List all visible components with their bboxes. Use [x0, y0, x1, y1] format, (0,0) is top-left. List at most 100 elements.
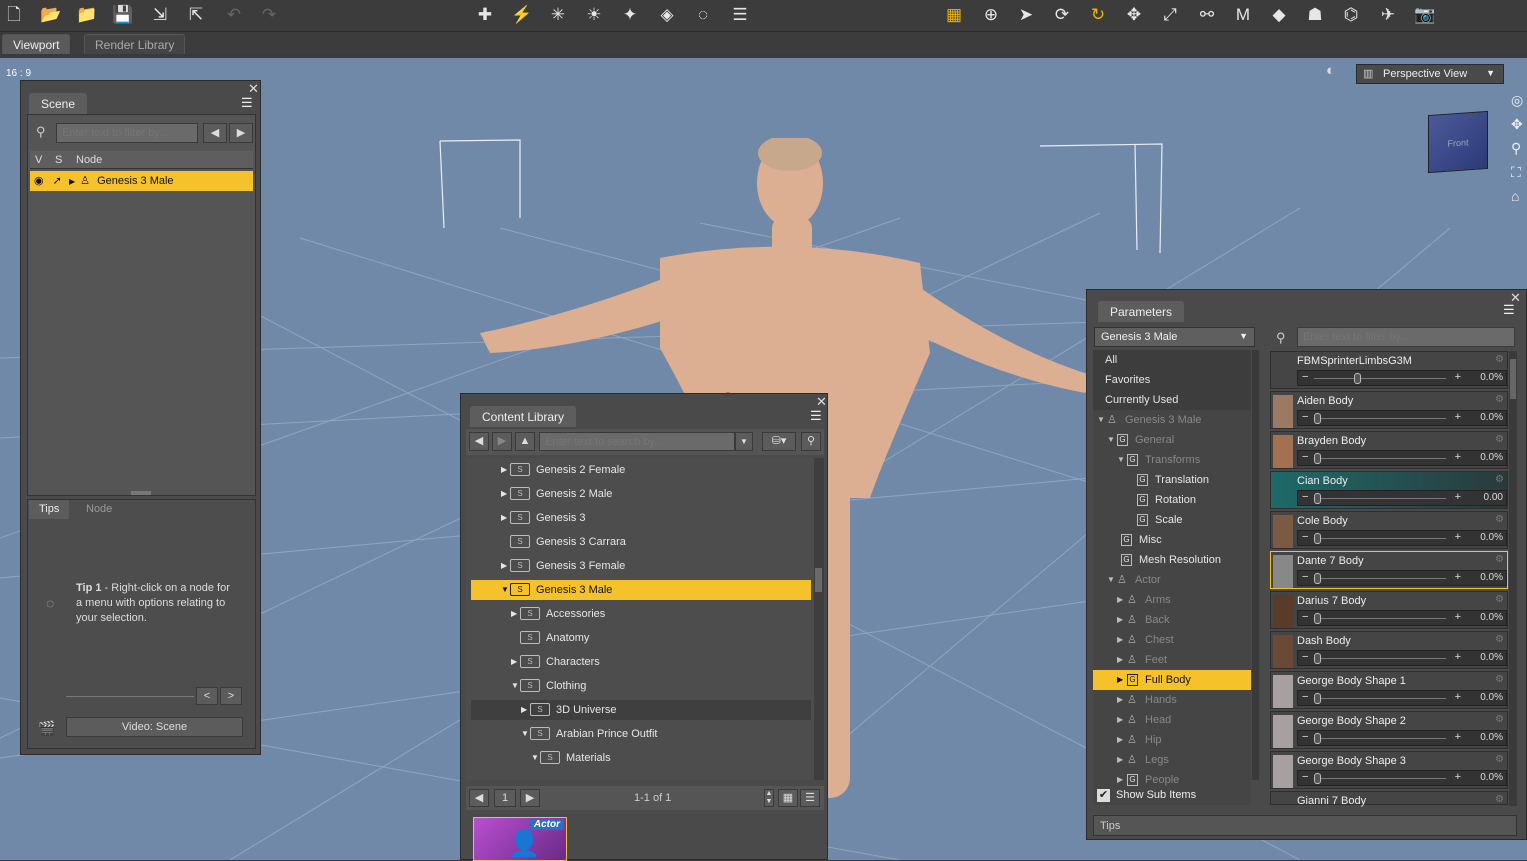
- slider-track[interactable]: [1314, 578, 1446, 579]
- back-button[interactable]: ◀: [469, 432, 489, 451]
- content-folder-item[interactable]: ▶ S Genesis 3 Female: [471, 556, 811, 576]
- thumb-size-stepper[interactable]: ▲ ▼: [764, 789, 774, 807]
- column-visible[interactable]: V: [35, 154, 42, 166]
- tree-scrollbar[interactable]: [1252, 350, 1259, 780]
- parameter-slider[interactable]: − +0.0%: [1297, 570, 1507, 586]
- content-folder-item[interactable]: ▼ S Arabian Prince Outfit: [471, 724, 811, 744]
- view-cube[interactable]: Front: [1428, 110, 1488, 174]
- rotate-icon[interactable]: ↻: [1086, 3, 1110, 27]
- scrollbar-thumb[interactable]: [815, 568, 822, 592]
- parameter-group-item[interactable]: G Scale: [1093, 510, 1251, 530]
- parameter-group-item[interactable]: G Misc: [1093, 530, 1251, 550]
- gear-icon[interactable]: ⚙: [1495, 434, 1504, 445]
- figure-select[interactable]: Genesis 3 Male ▼: [1094, 327, 1255, 347]
- pointer-icon[interactable]: ➤: [1014, 3, 1038, 27]
- expanded-arrow-icon[interactable]: ▼: [1117, 450, 1125, 470]
- parameter-group-item[interactable]: ▶ ♙ Hands: [1093, 690, 1251, 710]
- posing-icon[interactable]: ☗: [1303, 3, 1327, 27]
- parameter-slider-row[interactable]: Darius 7 Body ⚙ − +0.0%: [1270, 591, 1508, 629]
- parameter-group-item[interactable]: All: [1093, 350, 1251, 370]
- parameter-group-item[interactable]: G Translation: [1093, 470, 1251, 490]
- collapsed-arrow-icon[interactable]: ▶: [1117, 590, 1123, 610]
- parameter-value[interactable]: 0.0%: [1480, 572, 1503, 583]
- parameter-slider-row[interactable]: George Body Shape 2 ⚙ − +0.0%: [1270, 711, 1508, 749]
- gear-icon[interactable]: ⚙: [1495, 794, 1504, 805]
- parameter-group-item[interactable]: ▶ ♙ Feet: [1093, 650, 1251, 670]
- content-folder-item[interactable]: ▼ S Genesis 3 Male: [471, 580, 811, 600]
- tab-scene[interactable]: Scene: [29, 93, 88, 114]
- universal-tool-icon[interactable]: ⊕: [979, 3, 1003, 27]
- parameter-slider-row[interactable]: Dash Body ⚙ − +0.0%: [1270, 631, 1508, 669]
- collapsed-arrow-icon[interactable]: ▶: [501, 556, 507, 576]
- parameter-value[interactable]: 0.0%: [1480, 732, 1503, 743]
- linear-point-light-icon[interactable]: ✦: [618, 3, 642, 27]
- open-icon[interactable]: 📂: [39, 3, 63, 27]
- zoom-nav-icon[interactable]: ⚲: [1511, 136, 1527, 160]
- decrement-icon[interactable]: −: [1302, 531, 1308, 543]
- parameter-slider-row[interactable]: FBMSprinterLimbsG3M ⚙ − +0.0%: [1270, 351, 1508, 389]
- slider-knob[interactable]: [1314, 773, 1321, 784]
- parameter-group-item[interactable]: ▼ G Transforms: [1093, 450, 1251, 470]
- content-scrollbar[interactable]: [814, 458, 824, 780]
- parameter-value[interactable]: 0.0%: [1480, 692, 1503, 703]
- view-dropdown[interactable]: ▥ Perspective View ▼: [1356, 64, 1504, 84]
- increment-icon[interactable]: +: [1455, 771, 1461, 783]
- collapsed-arrow-icon[interactable]: ▶: [501, 460, 507, 480]
- render-settings-icon[interactable]: ◌: [691, 3, 715, 27]
- tab-tips[interactable]: Tips: [1100, 820, 1120, 832]
- collapsed-arrow-icon[interactable]: ▶: [1117, 730, 1123, 750]
- figure-tool-icon[interactable]: ⌬: [1339, 3, 1363, 27]
- parameter-group-item[interactable]: ▶ ♙ Head: [1093, 710, 1251, 730]
- tab-render-library[interactable]: Render Library: [84, 34, 186, 54]
- light-bulb-icon[interactable]: ◐: [1326, 62, 1346, 82]
- collapsed-arrow-icon[interactable]: ▶: [1117, 690, 1123, 710]
- gear-icon[interactable]: ⚙: [1495, 394, 1504, 405]
- scene-prev-button[interactable]: ◀: [203, 123, 227, 143]
- content-folder-item[interactable]: ▶ S Accessories: [471, 604, 811, 624]
- database-button[interactable]: ⛁▾: [762, 432, 796, 451]
- node-selection-icon[interactable]: ▦: [942, 3, 966, 27]
- joint-editor-icon[interactable]: ⚯: [1195, 3, 1219, 27]
- gear-icon[interactable]: ⚙: [1495, 634, 1504, 645]
- parameter-slider-row[interactable]: Cian Body ⚙ − +0.00: [1270, 471, 1508, 509]
- slider-track[interactable]: [1314, 458, 1446, 459]
- parameter-value[interactable]: 0.0%: [1480, 372, 1503, 383]
- slider-track[interactable]: [1314, 498, 1446, 499]
- content-folder-item[interactable]: S Genesis 3 Carrara: [471, 532, 811, 552]
- parameter-value[interactable]: 0.0%: [1480, 452, 1503, 463]
- content-folder-item[interactable]: ▶ S Genesis 2 Female: [471, 460, 811, 480]
- slider-track[interactable]: [1314, 418, 1446, 419]
- gear-icon[interactable]: ⚙: [1495, 354, 1504, 365]
- slider-track[interactable]: [1314, 778, 1446, 779]
- increment-icon[interactable]: +: [1455, 411, 1461, 423]
- parameter-value[interactable]: 0.00: [1484, 492, 1503, 503]
- select-cursor-icon[interactable]: ➚: [53, 175, 62, 187]
- menu-icon[interactable]: ☰: [728, 3, 752, 27]
- scrollbar-thumb[interactable]: [1510, 359, 1516, 399]
- gear-icon[interactable]: ⚙: [1495, 514, 1504, 525]
- parameter-group-item[interactable]: G Mesh Resolution: [1093, 550, 1251, 570]
- parameter-group-item[interactable]: Currently Used: [1093, 390, 1251, 410]
- geometry-editor-icon[interactable]: M: [1231, 3, 1255, 27]
- parameter-slider[interactable]: − +0.0%: [1297, 770, 1507, 786]
- parameter-value[interactable]: 0.0%: [1480, 532, 1503, 543]
- actor-thumbnail[interactable]: Actor 👤: [473, 817, 567, 861]
- collapsed-arrow-icon[interactable]: ▶: [511, 652, 517, 672]
- gear-icon[interactable]: ⚙: [1495, 594, 1504, 605]
- redo-icon[interactable]: ↷: [257, 3, 281, 27]
- tab-parameters[interactable]: Parameters: [1098, 301, 1185, 322]
- collapsed-arrow-icon[interactable]: ▶: [1117, 750, 1123, 770]
- parameter-slider-row[interactable]: George Body Shape 3 ⚙ − +0.0%: [1270, 751, 1508, 789]
- slider-knob[interactable]: [1314, 613, 1321, 624]
- column-selectable[interactable]: S: [55, 154, 62, 166]
- parameter-slider[interactable]: − +0.00: [1297, 490, 1507, 506]
- increment-icon[interactable]: +: [1455, 731, 1461, 743]
- slider-knob[interactable]: [1314, 653, 1321, 664]
- slider-track[interactable]: [1314, 738, 1446, 739]
- slider-track[interactable]: [1314, 698, 1446, 699]
- collapsed-arrow-icon[interactable]: ▶: [511, 604, 517, 624]
- scene-filter-input[interactable]: [56, 123, 198, 143]
- translate-icon[interactable]: ✥: [1122, 3, 1146, 27]
- render-icon[interactable]: ◈: [655, 3, 679, 27]
- decrement-icon[interactable]: −: [1302, 691, 1308, 703]
